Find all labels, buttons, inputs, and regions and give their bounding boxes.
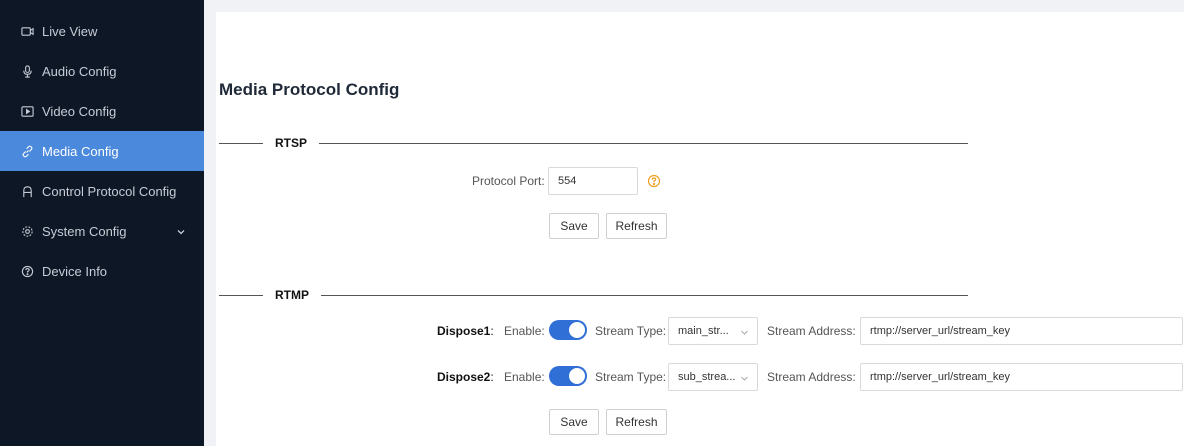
dispose1-enable-label: Enable: (504, 324, 545, 338)
rtmp-save-button[interactable]: Save (549, 409, 599, 435)
sidebar-item-label: Audio Config (42, 63, 117, 79)
sidebar-item-label: Video Config (42, 103, 117, 119)
protocol-port-label: Protocol Port: (472, 174, 545, 188)
dispose2-stream-type-label: Stream Type: (595, 370, 667, 384)
dispose2-stream-type-select[interactable]: sub_strea... (668, 363, 758, 391)
gear-icon (20, 224, 34, 238)
microphone-icon (20, 64, 34, 78)
sidebar-item-label: System Config (42, 223, 127, 239)
sidebar-item-audio-config[interactable]: Audio Config (0, 51, 204, 91)
dispose2-stream-address-label: Stream Address: (767, 370, 856, 384)
rtsp-divider: RTSP (219, 133, 968, 153)
sidebar-item-media-config[interactable]: Media Config (0, 131, 204, 171)
sidebar-item-label: Live View (42, 23, 98, 39)
dispose1-stream-type-select[interactable]: main_str... (668, 317, 758, 345)
rtsp-section-label: RTSP (275, 136, 308, 150)
sidebar-item-device-info[interactable]: Device Info (0, 251, 204, 291)
sidebar-item-label: Media Config (42, 143, 119, 159)
dispose1-stream-type-label: Stream Type: (595, 324, 667, 338)
dispose2-enable-toggle[interactable] (549, 366, 587, 386)
link-icon (20, 144, 34, 158)
rtmp-refresh-button[interactable]: Refresh (606, 409, 667, 435)
rtmp-divider: RTMP (219, 285, 968, 305)
sidebar-item-label: Device Info (42, 263, 108, 279)
chevron-down-icon[interactable] (176, 225, 186, 235)
sidebar-item-system-config[interactable]: System Config (0, 211, 204, 251)
question-circle-icon (20, 264, 34, 278)
dispose2-enable-label: Enable: (504, 370, 545, 384)
chevron-down-icon (740, 374, 749, 383)
video-camera-icon (20, 24, 34, 38)
dispose1-stream-address-label: Stream Address: (767, 324, 856, 338)
sidebar-item-live-view[interactable]: Live View (0, 11, 204, 51)
dispose2-label: Dispose2: (437, 370, 494, 384)
dispose2-stream-type-value: sub_strea... (678, 371, 736, 383)
dispose2-stream-address-input[interactable]: rtmp://server_url/stream_key (860, 363, 1183, 391)
sidebar-item-video-config[interactable]: Video Config (0, 91, 204, 131)
sidebar-item-control-protocol-config[interactable]: Control Protocol Config (0, 171, 204, 211)
protocol-icon (20, 184, 34, 198)
rtmp-section-label: RTMP (275, 288, 309, 302)
rtsp-refresh-button[interactable]: Refresh (606, 213, 667, 239)
chevron-down-icon (740, 328, 749, 337)
dispose1-label: Dispose1: (437, 324, 494, 338)
dispose1-stream-type-value: main_str... (678, 325, 729, 337)
rtsp-save-button[interactable]: Save (549, 213, 599, 239)
screen-play-icon (20, 104, 34, 118)
dispose1-stream-address-input[interactable]: rtmp://server_url/stream_key (860, 317, 1183, 345)
sidebar: Live View Audio Config Video Config Medi… (0, 0, 204, 446)
help-icon[interactable] (647, 174, 661, 188)
page-title: Media Protocol Config (219, 80, 400, 99)
dispose1-enable-toggle[interactable] (549, 320, 587, 340)
protocol-port-input[interactable]: 554 (548, 167, 638, 195)
sidebar-item-label: Control Protocol Config (42, 183, 177, 199)
